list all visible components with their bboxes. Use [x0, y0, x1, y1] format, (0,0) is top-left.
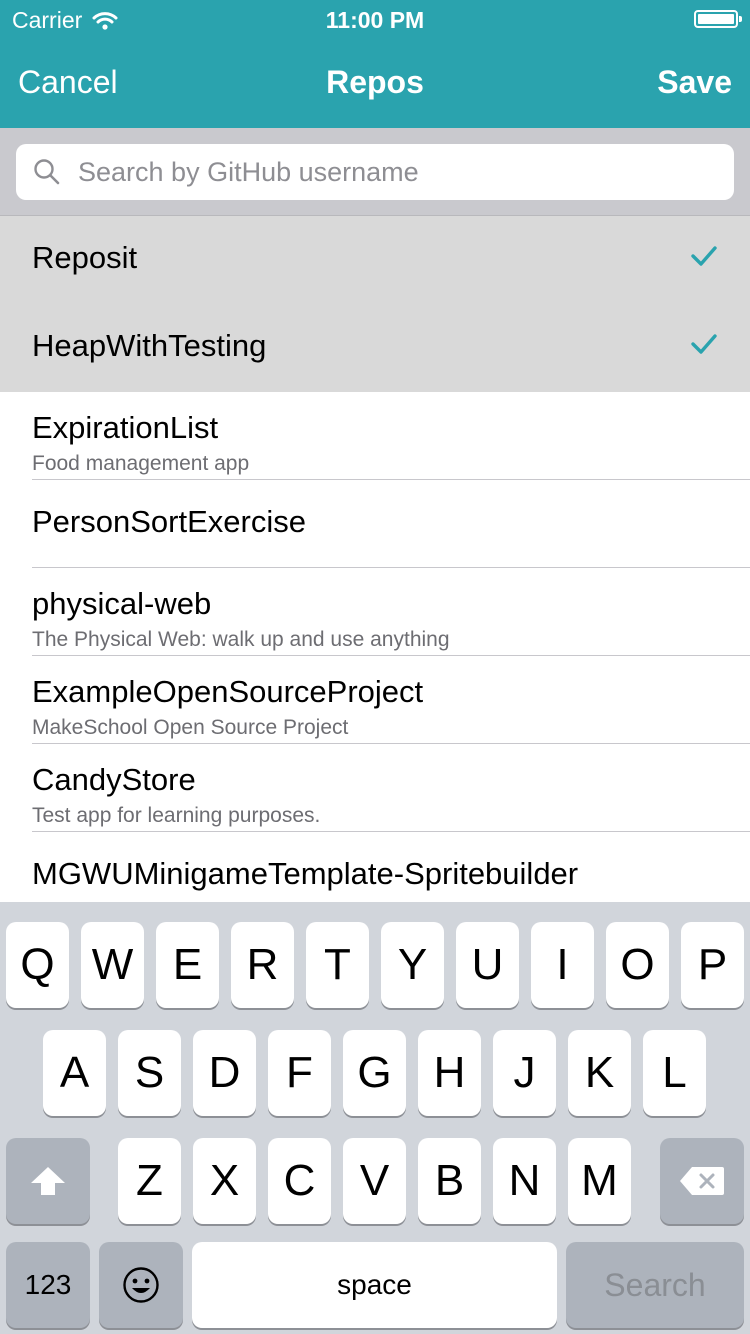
repo-row[interactable]: HeapWithTesting: [0, 304, 750, 392]
key-u-label: U: [471, 940, 504, 989]
key-i-label: I: [556, 940, 569, 989]
key-j-label: J: [513, 1048, 536, 1097]
repo-row[interactable]: CandyStore Test app for learning purposes…: [0, 744, 750, 832]
repo-name: Reposit: [32, 240, 138, 275]
emoji-key[interactable]: [99, 1242, 183, 1328]
key-f[interactable]: F: [268, 1030, 331, 1116]
navigation-header: Carrier 11:00 PM Cancel Repos Save: [0, 0, 750, 128]
search-icon: [34, 159, 60, 185]
key-n[interactable]: N: [493, 1138, 556, 1224]
key-p[interactable]: P: [681, 922, 744, 1008]
repo-row[interactable]: ExampleOpenSourceProject MakeSchool Open …: [0, 656, 750, 744]
key-n-label: N: [508, 1156, 541, 1205]
key-w[interactable]: W: [81, 922, 144, 1008]
delete-key[interactable]: [660, 1138, 744, 1224]
space-key[interactable]: space: [192, 1242, 557, 1328]
key-z-label: Z: [136, 1156, 163, 1205]
key-c[interactable]: C: [268, 1138, 331, 1224]
repo-description: MakeSchool Open Source Project: [32, 716, 349, 739]
key-m-label: M: [581, 1156, 618, 1205]
cancel-button[interactable]: Cancel: [18, 64, 118, 101]
repo-name: ExampleOpenSourceProject: [32, 674, 424, 709]
key-u[interactable]: U: [456, 922, 519, 1008]
search-input[interactable]: [76, 155, 720, 189]
key-g[interactable]: G: [343, 1030, 406, 1116]
key-k-label: K: [584, 1048, 615, 1097]
key-b[interactable]: B: [418, 1138, 481, 1224]
key-l[interactable]: L: [643, 1030, 706, 1116]
key-l-label: L: [662, 1048, 687, 1097]
key-x[interactable]: X: [193, 1138, 256, 1224]
key-s-label: S: [134, 1048, 165, 1097]
repo-name: ExpirationList: [32, 410, 219, 445]
repo-name: MGWUMinigameTemplate-Spritebuilder: [32, 856, 579, 891]
numbers-key[interactable]: 123: [6, 1242, 90, 1328]
key-t-label: T: [324, 940, 351, 989]
status-time: 11:00 PM: [325, 7, 425, 33]
key-r-label: R: [246, 940, 279, 989]
key-x-label: X: [209, 1156, 240, 1205]
key-m[interactable]: M: [568, 1138, 631, 1224]
emoji-icon: [123, 1267, 159, 1303]
key-h-label: H: [433, 1048, 466, 1097]
repo-row[interactable]: Reposit: [0, 216, 750, 304]
repo-description: The Physical Web: walk up and use anythi…: [32, 628, 450, 651]
repo-row[interactable]: physical-web The Physical Web: walk up an…: [0, 568, 750, 656]
search-bar: [0, 128, 750, 216]
key-d-label: D: [208, 1048, 241, 1097]
key-s[interactable]: S: [118, 1030, 181, 1116]
search-key-label: Search: [604, 1266, 706, 1303]
shift-icon: [31, 1167, 65, 1195]
keyboard: Q W E R T Y U I O P A S D F G H J K L Z X C V B N M 123 space Search: [0, 902, 750, 1334]
status-bar: Carrier 11:00 PM: [0, 0, 750, 40]
key-b-label: B: [434, 1156, 465, 1205]
key-p-label: P: [697, 940, 728, 989]
repo-name: PersonSortExercise: [32, 504, 306, 539]
space-key-label: space: [337, 1269, 412, 1300]
key-v[interactable]: V: [343, 1138, 406, 1224]
repo-list: Reposit HeapWithTesting ExpirationList Food…: [0, 216, 750, 902]
key-e-label: E: [172, 940, 203, 989]
numbers-key-label: 123: [24, 1269, 72, 1300]
key-z[interactable]: Z: [118, 1138, 181, 1224]
key-d[interactable]: D: [193, 1030, 256, 1116]
key-q[interactable]: Q: [6, 922, 69, 1008]
key-o[interactable]: O: [606, 922, 669, 1008]
checkmark-icon: [691, 246, 717, 266]
repo-name: HeapWithTesting: [32, 328, 267, 363]
key-e[interactable]: E: [156, 922, 219, 1008]
save-button[interactable]: Save: [657, 64, 732, 101]
key-k[interactable]: K: [568, 1030, 631, 1116]
repo-row[interactable]: PersonSortExercise: [0, 480, 750, 568]
repo-name: CandyStore: [32, 762, 196, 797]
key-t[interactable]: T: [306, 922, 369, 1008]
repo-description: Test app for learning purposes.: [32, 804, 321, 827]
key-w-label: W: [91, 940, 134, 989]
shift-key[interactable]: [6, 1138, 90, 1224]
search-key[interactable]: Search: [566, 1242, 744, 1328]
key-q-label: Q: [20, 940, 55, 989]
key-j[interactable]: J: [493, 1030, 556, 1116]
repo-row[interactable]: ExpirationList Food management app: [0, 392, 750, 480]
key-h[interactable]: H: [418, 1030, 481, 1116]
key-g-label: G: [357, 1048, 392, 1097]
backspace-icon: [680, 1167, 724, 1195]
key-a-label: A: [59, 1048, 90, 1097]
key-r[interactable]: R: [231, 922, 294, 1008]
key-a[interactable]: A: [43, 1030, 106, 1116]
key-y-label: Y: [397, 940, 428, 989]
repo-row[interactable]: MGWUMinigameTemplate-Spritebuilder: [0, 832, 750, 902]
key-v-label: V: [359, 1156, 390, 1205]
repo-name: physical-web: [32, 586, 212, 621]
key-f-label: F: [286, 1048, 313, 1097]
key-i[interactable]: I: [531, 922, 594, 1008]
search-field[interactable]: [16, 144, 734, 200]
repo-description: Food management app: [32, 452, 250, 475]
checkmark-icon: [691, 334, 717, 354]
battery-icon: [694, 10, 742, 28]
key-y[interactable]: Y: [381, 922, 444, 1008]
key-c-label: C: [283, 1156, 316, 1205]
key-o-label: O: [620, 940, 655, 989]
